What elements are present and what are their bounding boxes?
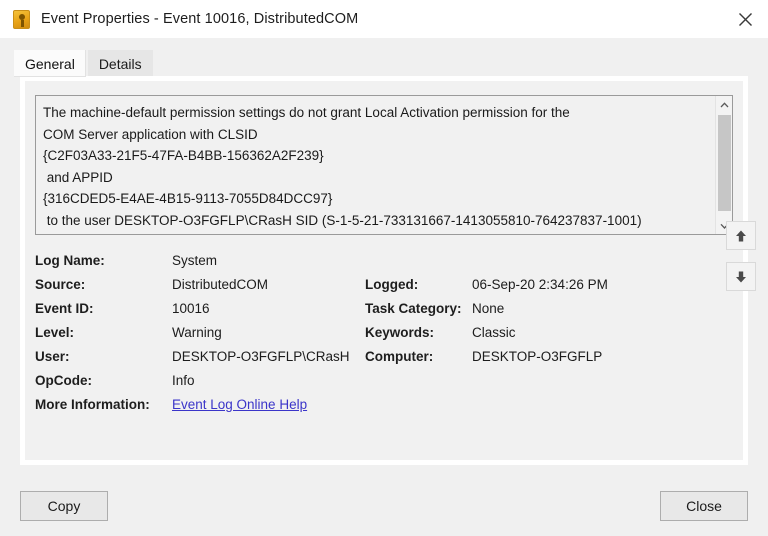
- next-event-button[interactable]: [726, 262, 756, 291]
- field-level: Level: Warning: [35, 325, 365, 340]
- event-description-text: The machine-default permission settings …: [43, 105, 642, 228]
- close-button[interactable]: Close: [660, 491, 748, 521]
- field-computer: Computer: DESKTOP-O3FGFLP: [365, 349, 733, 364]
- event-properties-dialog: Event Properties - Event 10016, Distribu…: [0, 0, 768, 536]
- event-log-online-help-link[interactable]: Event Log Online Help: [172, 397, 307, 412]
- field-more-information: More Information: Event Log Online Help: [35, 397, 365, 412]
- field-log-name: Log Name: System: [35, 253, 365, 268]
- field-label: Source:: [35, 276, 86, 292]
- field-value: DistributedCOM: [172, 276, 269, 292]
- field-row: Level: Warning Keywords: Classic: [35, 320, 733, 344]
- content-panel-frame: The machine-default permission settings …: [20, 76, 748, 465]
- field-label: Logged:: [365, 276, 419, 292]
- field-label: Computer:: [365, 348, 434, 364]
- field-value: 06-Sep-20 2:34:26 PM: [472, 276, 608, 292]
- field-row: OpCode: Info: [35, 368, 733, 392]
- arrow-up-icon: [734, 229, 748, 243]
- field-opcode: OpCode: Info: [35, 373, 365, 388]
- field-row: Log Name: System: [35, 248, 733, 272]
- field-label: Log Name:: [35, 252, 105, 268]
- field-label: Level:: [35, 324, 75, 340]
- field-label: User:: [35, 348, 70, 364]
- field-keywords: Keywords: Classic: [365, 325, 733, 340]
- dialog-footer: Copy Close: [0, 465, 768, 536]
- chevron-up-icon[interactable]: [716, 96, 732, 113]
- field-value: None: [472, 300, 505, 316]
- field-user: User: DESKTOP-O3FGFLP\CRasH: [35, 349, 365, 364]
- event-description-box[interactable]: The machine-default permission settings …: [35, 95, 733, 235]
- scrollbar-thumb[interactable]: [718, 115, 731, 211]
- field-value: Info: [172, 372, 195, 388]
- field-row: Source: DistributedCOM Logged: 06-Sep-20…: [35, 272, 733, 296]
- tab-strip: General Details: [0, 38, 768, 77]
- field-label: Event ID:: [35, 300, 94, 316]
- close-icon[interactable]: [722, 0, 768, 38]
- tab-general[interactable]: General: [14, 50, 86, 77]
- field-source: Source: DistributedCOM: [35, 277, 365, 292]
- field-row: Event ID: 10016 Task Category: None: [35, 296, 733, 320]
- field-logged: Logged: 06-Sep-20 2:34:26 PM: [365, 277, 733, 292]
- field-label: Keywords:: [365, 324, 435, 340]
- field-task-category: Task Category: None: [365, 301, 733, 316]
- title-bar: Event Properties - Event 10016, Distribu…: [0, 0, 768, 38]
- warning-event-icon: [13, 9, 30, 29]
- previous-event-button[interactable]: [726, 221, 756, 250]
- field-label: OpCode:: [35, 372, 92, 388]
- copy-button[interactable]: Copy: [20, 491, 108, 521]
- field-value: 10016: [172, 300, 210, 316]
- field-label: More Information:: [35, 396, 150, 412]
- field-event-id: Event ID: 10016: [35, 301, 365, 316]
- general-tab-panel: The machine-default permission settings …: [25, 81, 743, 460]
- field-label: Task Category:: [365, 300, 462, 316]
- field-row: More Information: Event Log Online Help: [35, 392, 733, 416]
- window-title: Event Properties - Event 10016, Distribu…: [41, 11, 359, 27]
- event-field-grid: Log Name: System Source: DistributedCOM …: [35, 248, 733, 416]
- arrow-down-icon: [734, 270, 748, 284]
- field-value: Classic: [472, 324, 516, 340]
- field-value: DESKTOP-O3FGFLP: [472, 348, 603, 364]
- field-value: Warning: [172, 324, 222, 340]
- field-value: DESKTOP-O3FGFLP\CRasH: [172, 348, 350, 364]
- field-value: System: [172, 252, 218, 268]
- tab-details[interactable]: Details: [87, 50, 153, 77]
- event-navigation-buttons: [726, 221, 756, 303]
- description-scrollbar[interactable]: [715, 96, 732, 234]
- field-row: User: DESKTOP-O3FGFLP\CRasH Computer: DE…: [35, 344, 733, 368]
